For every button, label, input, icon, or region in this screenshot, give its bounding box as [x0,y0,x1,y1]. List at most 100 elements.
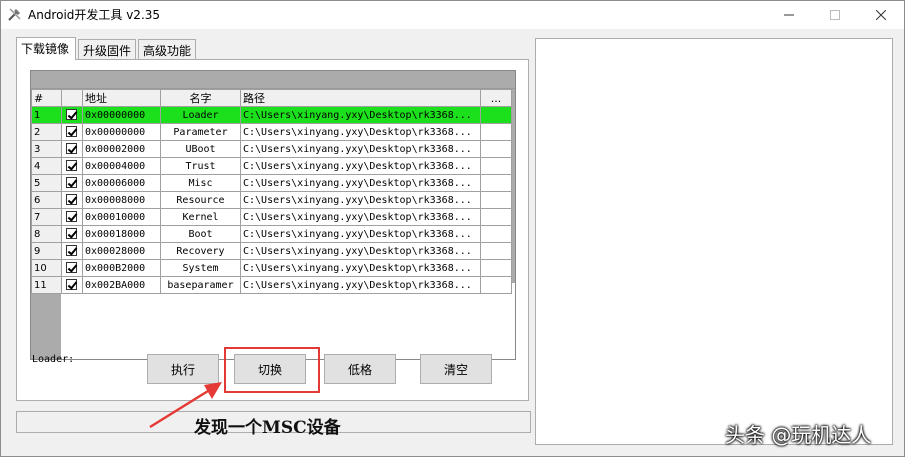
row-checkbox[interactable] [66,194,77,206]
annotation-highlight-box [224,347,320,393]
table-row[interactable]: 3 0x00002000 UBoot C:\Users\xinyang.yxy\Des… [31,140,512,158]
row-address[interactable]: 0x00004000 [82,157,161,175]
row-number: 10 [31,259,62,277]
row-number: 2 [31,123,62,141]
table-row[interactable]: 8 0x00018000 Boot C:\Users\xinyang.yxy\Desk… [31,225,512,243]
row-address[interactable]: 0x00008000 [82,191,161,209]
low-format-button[interactable]: 低格 [324,354,396,384]
row-name[interactable]: Loader [160,106,241,124]
row-address[interactable]: 0x00028000 [82,242,161,260]
row-address[interactable]: 0x00010000 [82,208,161,226]
row-path[interactable]: C:\Users\xinyang.yxy\Desktop\rk3368... [240,242,481,260]
minimize-button[interactable] [766,1,812,29]
row-path[interactable]: C:\Users\xinyang.yxy\Desktop\rk3368... [240,208,481,226]
table-row[interactable]: 6 0x00008000 Resource C:\Users\xinyang.yxy\… [31,191,512,209]
title-bar[interactable]: Android开发工具 v2.35 [1,1,904,29]
table-row[interactable]: 11 0x002BA000 baseparamer C:\Users\xinyang.… [31,276,512,294]
row-checkbox[interactable] [66,245,77,257]
row-name[interactable]: Boot [160,225,241,243]
maximize-button[interactable] [812,1,858,29]
row-browse-cell[interactable] [480,191,512,209]
table-row[interactable]: 5 0x00006000 Misc C:\Users\xinyang.yxy\Desk… [31,174,512,192]
row-browse-cell[interactable] [480,242,512,260]
row-checkbox[interactable] [66,262,77,274]
table-row[interactable]: 2 0x00000000 Parameter C:\Users\xinyang.yxy… [31,123,512,141]
window-title: Android开发工具 v2.35 [28,8,161,22]
row-browse-cell[interactable] [480,225,512,243]
row-checkbox-cell [61,208,83,226]
tools-icon [8,8,21,21]
col-header-name[interactable]: 名字 [160,89,241,107]
table-row[interactable]: 7 0x00010000 Kernel C:\Users\xinyang.yxy\De… [31,208,512,226]
row-path[interactable]: C:\Users\xinyang.yxy\Desktop\rk3368... [240,259,481,277]
row-path[interactable]: C:\Users\xinyang.yxy\Desktop\rk3368... [240,106,481,124]
row-address[interactable]: 0x002BA000 [82,276,161,294]
row-checkbox[interactable] [66,228,77,240]
col-header-more[interactable]: ... [480,89,512,107]
table-row[interactable]: 10 0x000B2000 System C:\Users\xinyang.yxy\D… [31,259,512,277]
row-path[interactable]: C:\Users\xinyang.yxy\Desktop\rk3368... [240,140,481,158]
col-header-path[interactable]: 路径 [240,89,481,107]
row-name[interactable]: Trust [160,157,241,175]
partition-grid[interactable]: # 地址 名字 路径 ... 1 0x00000000 Loader C:\Users… [30,70,516,360]
row-number: 6 [31,191,62,209]
row-path[interactable]: C:\Users\xinyang.yxy\Desktop\rk3368... [240,276,481,294]
row-address[interactable]: 0x00006000 [82,174,161,192]
row-browse-cell[interactable] [480,208,512,226]
tab-download-image[interactable]: 下载镜像 [16,37,76,60]
row-address[interactable]: 0x00002000 [82,140,161,158]
row-path[interactable]: C:\Users\xinyang.yxy\Desktop\rk3368... [240,123,481,141]
maximize-icon [830,10,840,20]
row-browse-cell[interactable] [480,259,512,277]
row-browse-cell[interactable] [480,123,512,141]
row-address[interactable]: 0x000B2000 [82,259,161,277]
col-header-num[interactable]: # [31,89,62,107]
close-button[interactable] [858,1,904,29]
row-checkbox[interactable] [66,160,77,172]
tab-advanced[interactable]: 高级功能 [138,39,196,60]
row-number: 8 [31,225,62,243]
row-browse-cell[interactable] [480,140,512,158]
row-address[interactable]: 0x00000000 [82,106,161,124]
row-number: 5 [31,174,62,192]
row-name[interactable]: UBoot [160,140,241,158]
row-name[interactable]: Resource [160,191,241,209]
row-name[interactable]: System [160,259,241,277]
table-row[interactable]: 9 0x00028000 Recovery C:\Users\xinyang.yxy\… [31,242,512,260]
row-checkbox[interactable] [66,211,77,223]
row-checkbox[interactable] [66,109,77,121]
row-name[interactable]: baseparamer [160,276,241,294]
row-checkbox[interactable] [66,143,77,155]
row-name[interactable]: Parameter [160,123,241,141]
row-path[interactable]: C:\Users\xinyang.yxy\Desktop\rk3368... [240,174,481,192]
row-address[interactable]: 0x00000000 [82,123,161,141]
table-row[interactable]: 1 0x00000000 Loader C:\Users\xinyang.yxy\De… [31,106,512,124]
row-name[interactable]: Recovery [160,242,241,260]
row-name[interactable]: Kernel [160,208,241,226]
row-checkbox[interactable] [66,279,77,291]
row-checkbox-cell [61,259,83,277]
clear-button[interactable]: 清空 [420,354,492,384]
col-header-check[interactable] [61,89,83,107]
row-browse-cell[interactable] [480,157,512,175]
row-number: 11 [31,276,62,294]
row-checkbox[interactable] [66,177,77,189]
row-browse-cell[interactable] [480,106,512,124]
row-path[interactable]: C:\Users\xinyang.yxy\Desktop\rk3368... [240,225,481,243]
row-number: 1 [31,106,62,124]
row-checkbox-cell [61,140,83,158]
row-checkbox-cell [61,276,83,294]
app-window: Android开发工具 v2.35 下载镜像 升级固件 高级功能 # 地址 名字… [0,0,905,457]
table-row[interactable]: 4 0x00004000 Trust C:\Users\xinyang.yxy\Des… [31,157,512,175]
tab-upgrade-firmware[interactable]: 升级固件 [78,39,136,60]
col-header-address[interactable]: 地址 [82,89,161,107]
row-path[interactable]: C:\Users\xinyang.yxy\Desktop\rk3368... [240,157,481,175]
row-browse-cell[interactable] [480,174,512,192]
row-address[interactable]: 0x00018000 [82,225,161,243]
log-panel[interactable] [535,38,893,445]
row-checkbox-cell [61,157,83,175]
row-name[interactable]: Misc [160,174,241,192]
row-checkbox[interactable] [66,126,77,138]
row-browse-cell[interactable] [480,276,512,294]
row-path[interactable]: C:\Users\xinyang.yxy\Desktop\rk3368... [240,191,481,209]
